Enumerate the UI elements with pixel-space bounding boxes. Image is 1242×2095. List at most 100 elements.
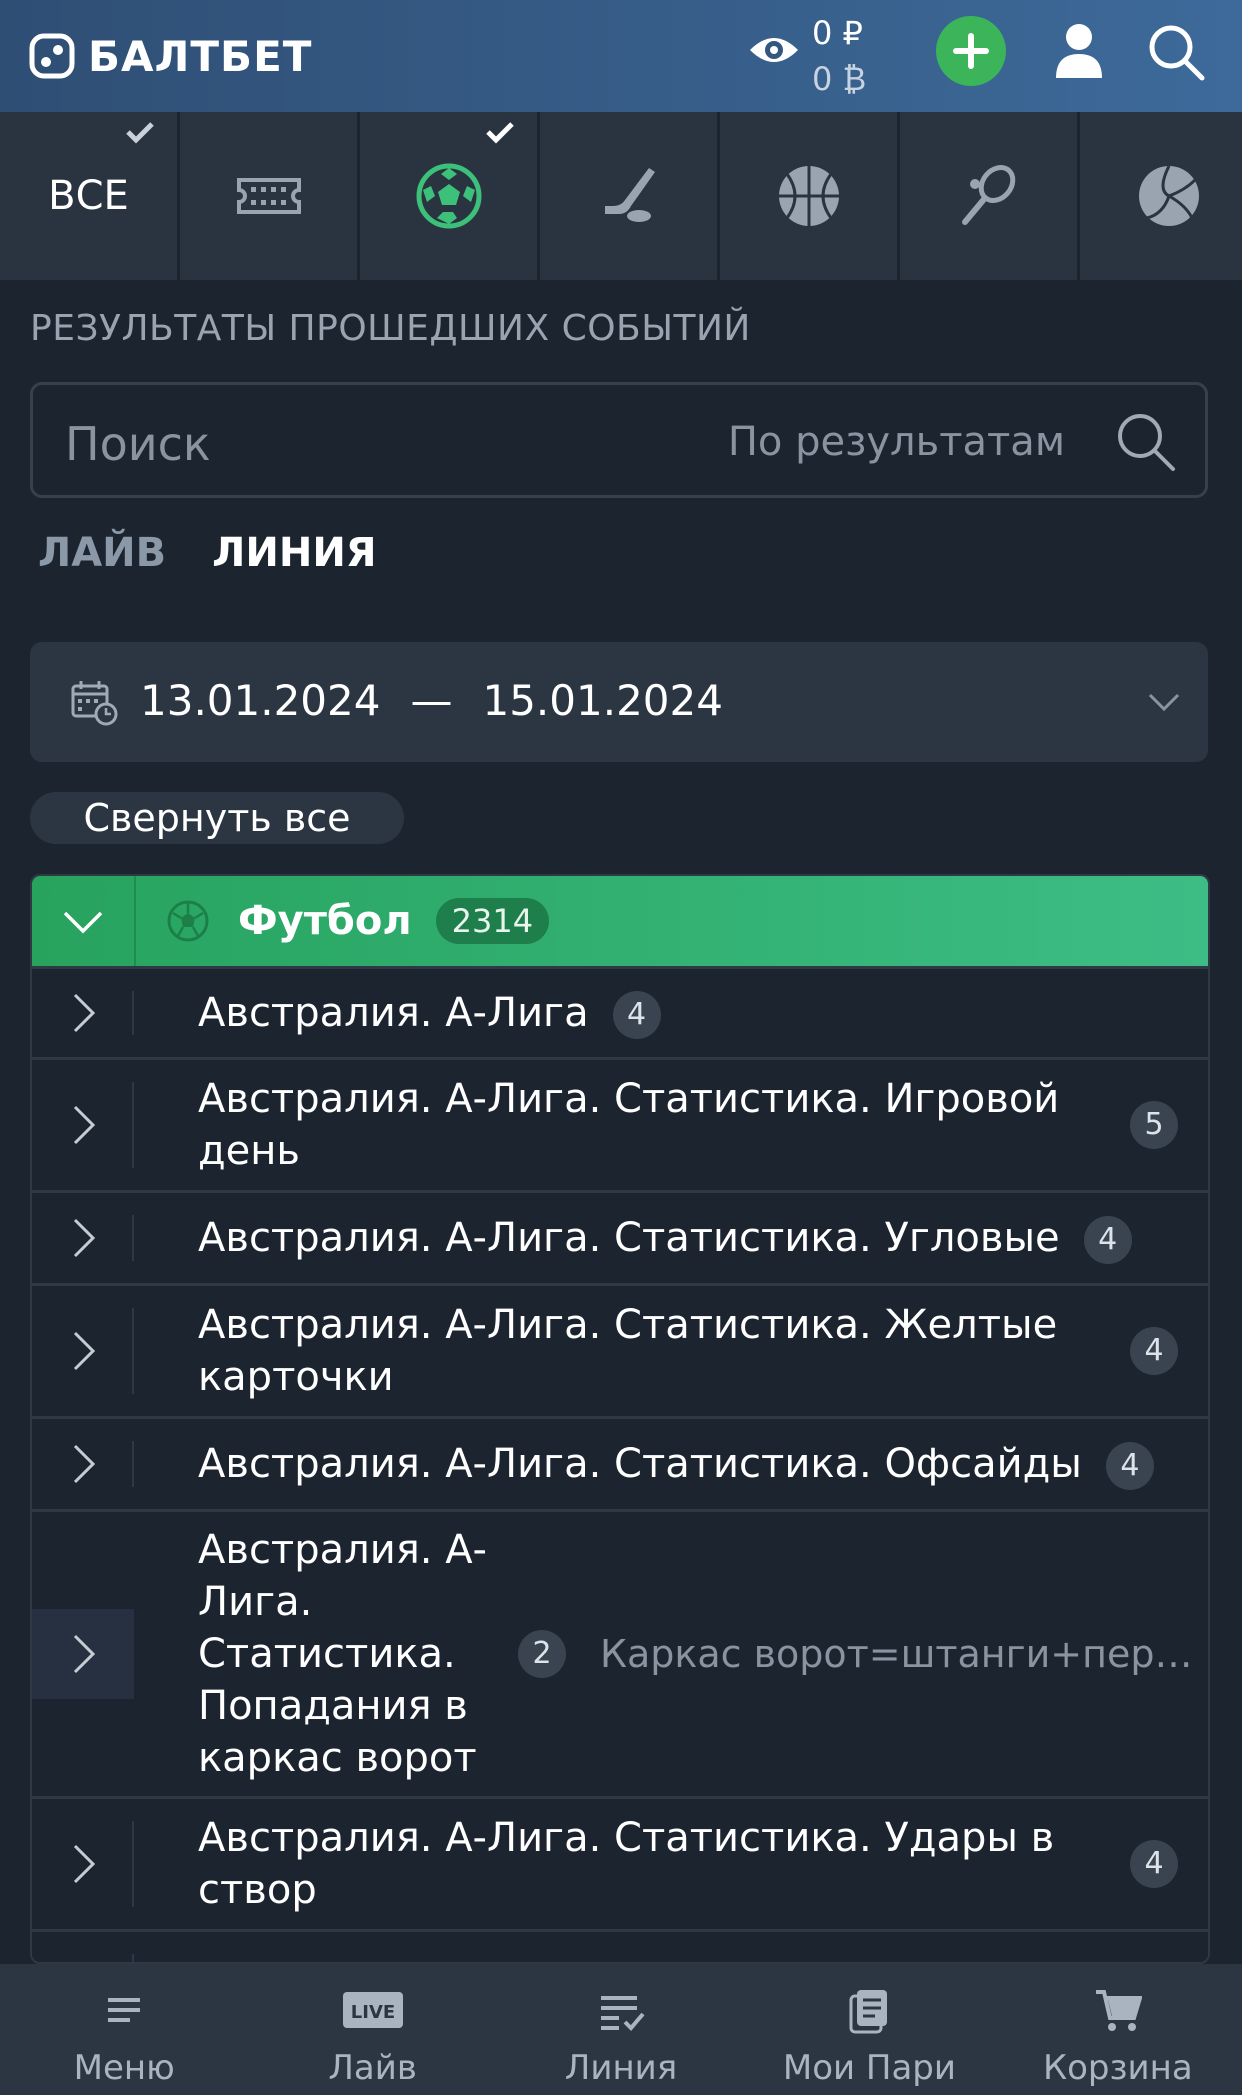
sport-tab-volleyball[interactable] <box>1080 112 1242 283</box>
chevron-right-icon <box>73 1634 96 1674</box>
expand-toggle[interactable] <box>32 1286 134 1416</box>
chevron-down-icon <box>1148 693 1180 712</box>
cart-icon <box>1095 1990 1142 2031</box>
league-row[interactable]: Австралия. А-Лига. Статистика. Попадания… <box>32 1509 1208 1796</box>
sport-tab-hockey[interactable] <box>540 112 720 283</box>
expand-toggle[interactable] <box>32 969 134 1057</box>
my-bets-icon <box>849 1990 888 2034</box>
volleyball-icon <box>1138 165 1199 226</box>
search-icon[interactable] <box>1113 409 1177 473</box>
sport-tab-football[interactable] <box>360 112 540 283</box>
chevron-down-icon <box>63 911 103 934</box>
league-name: Австралия. А-Лига. Статистика. Желтые ка… <box>198 1302 1058 1400</box>
bottom-navigation: Меню LIVE Лайв Линия Мои Пари Корзина <box>0 1964 1242 2095</box>
league-name: Австралия. А-Лига. Статистика. Офсайды <box>198 1441 1082 1487</box>
sport-tab-all[interactable]: ВСЕ <box>0 112 180 283</box>
nav-line[interactable]: Линия <box>497 1964 745 2095</box>
nav-menu-label: Меню <box>73 2048 175 2088</box>
nav-live-label: Лайв <box>328 2048 417 2088</box>
balance-main: 0 ₽ <box>812 14 863 52</box>
count-badge: 4 <box>612 991 661 1039</box>
top-bar: БАЛТБЕТ 0 ₽ 0 ₿ <box>0 0 1242 112</box>
expand-toggle[interactable] <box>32 1799 134 1929</box>
page-title: РЕЗУЛЬТАТЫ ПРОШЕДШИХ СОБЫТИЙ <box>30 308 751 349</box>
balance-bonus: 0 ₿ <box>812 60 867 98</box>
results-search-input[interactable]: Поиск По результатам <box>30 382 1208 498</box>
count-badge: 4 <box>1130 1327 1178 1375</box>
league-row-partial[interactable] <box>32 1929 1208 1962</box>
search-scope-label: По результатам <box>727 419 1065 465</box>
menu-icon <box>108 1998 141 2022</box>
line-icon <box>601 1996 645 2031</box>
search-icon[interactable] <box>1146 22 1206 82</box>
ticket-icon <box>236 178 301 214</box>
sport-group-football[interactable]: Футбол 2314 <box>32 876 1208 966</box>
sport-name: Футбол <box>238 898 412 944</box>
league-name: Австралия. А-Лига. Статистика. Угловые <box>198 1215 1060 1261</box>
results-tree: Футбол 2314 Австралия. А-Лига 4 Австралия… <box>30 874 1210 1964</box>
expand-toggle[interactable] <box>32 1932 134 1962</box>
chevron-right-icon <box>73 1844 96 1884</box>
league-label: Австралия. А-Лига 4 <box>134 977 1208 1049</box>
chevron-right-icon <box>73 1331 96 1371</box>
nav-cart-label: Корзина <box>1042 2048 1193 2088</box>
check-icon <box>486 122 514 144</box>
league-row[interactable]: Австралия. А-Лига. Статистика. Игровой д… <box>32 1057 1208 1190</box>
league-note: Каркас ворот=штанги+перекладина <box>600 1632 1208 1676</box>
calendar-icon <box>71 681 118 726</box>
basketball-icon <box>778 166 839 226</box>
date-from: 13.01.2024 <box>140 676 381 725</box>
check-icon <box>126 122 154 144</box>
brand-name: БАЛТБЕТ <box>88 31 313 81</box>
expand-toggle[interactable] <box>32 1060 134 1190</box>
football-icon <box>167 900 209 942</box>
nav-my-bets[interactable]: Мои Пари <box>745 1964 993 2095</box>
count-badge: 4 <box>1105 1442 1154 1490</box>
sport-count-badge: 2314 <box>435 898 550 944</box>
tab-live[interactable]: ЛАЙВ <box>38 530 166 576</box>
nav-line-label: Линия <box>564 2048 678 2088</box>
sport-tab-tickets[interactable] <box>180 112 360 283</box>
chevron-right-icon <box>73 1218 96 1258</box>
balance-block[interactable]: 0 ₽ 0 ₿ <box>812 10 902 102</box>
collapse-all-button[interactable]: Свернуть все <box>30 792 404 844</box>
chevron-right-icon <box>73 1444 96 1484</box>
date-separator: — <box>410 676 453 725</box>
sport-tab-basketball[interactable] <box>720 112 900 283</box>
expand-toggle[interactable] <box>32 1419 134 1509</box>
tab-line[interactable]: ЛИНИЯ <box>212 530 376 576</box>
sport-filter-tabs: ВСЕ <box>0 112 1242 283</box>
user-icon[interactable] <box>1054 22 1104 78</box>
league-row[interactable]: Австралия. А-Лига. Статистика. Офсайды 4 <box>32 1416 1208 1509</box>
nav-menu[interactable]: Меню <box>0 1964 248 2095</box>
nav-cart[interactable]: Корзина <box>994 1964 1242 2095</box>
svg-text:LIVE: LIVE <box>350 2002 394 2023</box>
league-row[interactable]: Австралия. А-Лига. Статистика. Удары в с… <box>32 1796 1208 1929</box>
league-name: Австралия. А-Лига. Статистика. Игровой д… <box>198 1076 1060 1174</box>
collapse-toggle[interactable] <box>32 876 136 966</box>
sport-tab-tennis[interactable] <box>900 112 1080 283</box>
baltbet-logo-icon <box>29 33 75 79</box>
league-label: Австралия. А-Лига. Статистика. Угловые 4 <box>134 1202 1208 1274</box>
brand-logo[interactable]: БАЛТБЕТ <box>28 28 312 84</box>
count-badge: 2 <box>518 1630 566 1678</box>
date-range-selector[interactable]: 13.01.2024 — 15.01.2024 <box>30 642 1208 762</box>
chevron-right-icon <box>73 1105 96 1145</box>
league-name: Австралия. А-Лига. Статистика. Удары в с… <box>198 1815 1055 1913</box>
hockey-icon <box>604 168 655 222</box>
league-row[interactable]: Австралия. А-Лига 4 <box>32 966 1208 1057</box>
count-badge: 5 <box>1130 1101 1178 1149</box>
eye-icon[interactable] <box>748 30 800 70</box>
league-label: Австралия. А-Лига. Статистика. Офсайды 4 <box>134 1428 1208 1500</box>
league-name: Австралия. А-Лига. Статистика. Попадания… <box>198 1527 487 1781</box>
deposit-button[interactable] <box>936 16 1006 86</box>
nav-live[interactable]: LIVE Лайв <box>248 1964 496 2095</box>
league-row[interactable]: Австралия. А-Лига. Статистика. Желтые ка… <box>32 1283 1208 1416</box>
count-badge: 4 <box>1130 1840 1178 1888</box>
date-range-text: 13.01.2024 — 15.01.2024 <box>140 676 723 725</box>
nav-my-bets-label: Мои Пари <box>782 2048 956 2088</box>
tennis-icon <box>961 165 1015 225</box>
expand-toggle[interactable] <box>32 1609 134 1699</box>
expand-toggle[interactable] <box>32 1193 134 1283</box>
league-row[interactable]: Австралия. А-Лига. Статистика. Угловые 4 <box>32 1190 1208 1283</box>
